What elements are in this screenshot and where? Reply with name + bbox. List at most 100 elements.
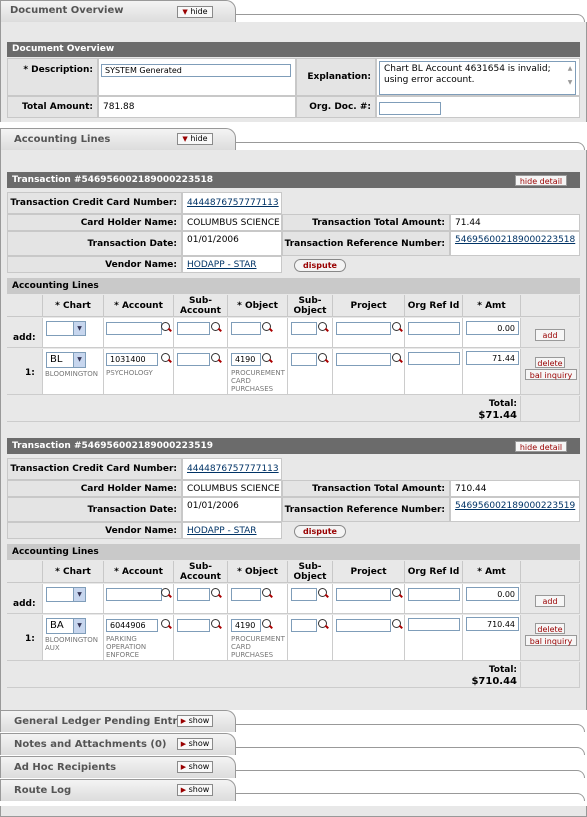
accounting-lines-tab: Accounting Lines ▼ hide: [0, 128, 587, 150]
vendor-link[interactable]: HODAPP - STAR: [187, 260, 257, 270]
add-field-input[interactable]: [291, 588, 317, 601]
delete-line-button[interactable]: delete: [535, 623, 565, 634]
add-org-ref-input[interactable]: [408, 588, 460, 601]
add-field-input[interactable]: [336, 322, 391, 335]
add-amount-input[interactable]: 0.00: [466, 321, 519, 335]
line-sub-object-input[interactable]: [291, 619, 317, 632]
column-header-amt: * Amt: [463, 561, 521, 583]
add-field-input[interactable]: [231, 322, 261, 335]
line-sub-account-input[interactable]: [177, 619, 210, 632]
lookup-icon[interactable]: [262, 588, 271, 597]
lookup-icon[interactable]: [262, 322, 271, 331]
transaction-header: Transaction #546956002189000223519: [7, 438, 580, 454]
column-header-object: * Object: [228, 295, 288, 317]
column-header-sub_account: Sub-Account: [174, 561, 228, 583]
line-project-input[interactable]: [336, 619, 391, 632]
add-field-input[interactable]: [177, 588, 210, 601]
description-input[interactable]: SYSTEM Generated: [101, 64, 291, 77]
lookup-icon[interactable]: [211, 588, 220, 597]
line-sub-account-input[interactable]: [177, 353, 210, 366]
lookup-icon[interactable]: [211, 353, 220, 362]
lookup-icon[interactable]: [262, 353, 271, 362]
show-button[interactable]: ▶ show: [177, 784, 213, 796]
lookup-icon[interactable]: [211, 322, 220, 331]
lookup-icon[interactable]: [392, 619, 401, 628]
line-account-input[interactable]: 1031400: [106, 353, 158, 366]
line-chart-select[interactable]: BL ▼: [46, 352, 86, 368]
add-field-input[interactable]: [106, 588, 162, 601]
triangle-right-icon: ▶: [180, 740, 187, 748]
balance-inquiry-button[interactable]: bal inquiry: [525, 635, 577, 646]
credit-card-link[interactable]: 4444876757777113: [187, 198, 279, 208]
line-object-input[interactable]: 4190: [231, 619, 261, 632]
chart-code: BA: [50, 620, 64, 631]
total-row: Total: $710.44: [7, 662, 521, 688]
lookup-icon[interactable]: [262, 619, 271, 628]
add-line-button[interactable]: add: [535, 595, 565, 607]
hide-detail-button[interactable]: hide detail: [515, 175, 567, 186]
line-account-input[interactable]: 6044906: [106, 619, 158, 632]
lookup-icon[interactable]: [318, 619, 327, 628]
lookup-icon[interactable]: [211, 619, 220, 628]
org-doc-input[interactable]: [379, 102, 441, 115]
column-actions: [521, 561, 580, 583]
tab-label: General Ledger Pending Entries: [14, 716, 194, 727]
explanation-textarea[interactable]: Chart BL Account 4631654 is invalid; usi…: [379, 61, 576, 95]
add-chart-select[interactable]: ▼: [46, 321, 86, 336]
balance-inquiry-button[interactable]: bal inquiry: [525, 369, 577, 380]
add-field-input[interactable]: [106, 322, 162, 335]
credit-card-value: 4444876757777113: [182, 458, 282, 480]
add-chart-select[interactable]: ▼: [46, 587, 86, 602]
lookup-icon[interactable]: [161, 353, 170, 362]
line-amount-input[interactable]: 710.44: [466, 617, 519, 631]
lookup-icon[interactable]: [318, 322, 327, 331]
reference-link[interactable]: 546956002189000223518: [455, 235, 575, 245]
textarea-scrollbar[interactable]: ▲ ▼: [565, 62, 575, 94]
column-header-project: Project: [333, 295, 405, 317]
line-amount-input[interactable]: 71.44: [466, 351, 519, 365]
show-button[interactable]: ▶ show: [177, 761, 213, 773]
bottom-tab: Ad Hoc Recipients ▶ show: [0, 756, 587, 778]
line-sub-object-input[interactable]: [291, 353, 317, 366]
vendor-link[interactable]: HODAPP - STAR: [187, 526, 257, 536]
chevron-down-icon: ▼: [73, 588, 85, 601]
toggle-label: show: [188, 762, 210, 771]
lookup-icon[interactable]: [392, 353, 401, 362]
reference-link[interactable]: 546956002189000223519: [455, 501, 575, 511]
line-chart-select[interactable]: BA ▼: [46, 618, 86, 634]
add-line-button[interactable]: add: [535, 329, 565, 341]
line-org-ref-input[interactable]: [408, 618, 460, 631]
add-field-input[interactable]: [177, 322, 210, 335]
line-org-ref-input[interactable]: [408, 352, 460, 365]
lookup-icon[interactable]: [318, 353, 327, 362]
reference-number-value: 546956002189000223519: [450, 497, 580, 522]
add-amount-input[interactable]: 0.00: [466, 587, 519, 601]
credit-card-link[interactable]: 4444876757777113: [187, 464, 279, 474]
total-amount-value: 781.88: [98, 96, 296, 118]
show-button[interactable]: ▶ show: [177, 738, 213, 750]
accounting-lines-hide-button[interactable]: ▼ hide: [177, 133, 213, 145]
account-description: PSYCHOLOGY: [106, 369, 153, 377]
lookup-icon[interactable]: [318, 588, 327, 597]
transaction-header: Transaction #546956002189000223518: [7, 172, 580, 188]
dispute-button[interactable]: dispute: [294, 525, 346, 538]
card-holder-value: COLUMBUS SCIENCE: [182, 480, 282, 497]
lookup-icon[interactable]: [161, 322, 170, 331]
add-field-input[interactable]: [291, 322, 317, 335]
lookup-icon[interactable]: [392, 322, 401, 331]
column-header-chart: * Chart: [43, 561, 104, 583]
show-button[interactable]: ▶ show: [177, 715, 213, 727]
lookup-icon[interactable]: [161, 588, 170, 597]
hide-detail-button[interactable]: hide detail: [515, 441, 567, 452]
add-org-ref-input[interactable]: [408, 322, 460, 335]
line-project-input[interactable]: [336, 353, 391, 366]
line-object-input[interactable]: 4190: [231, 353, 261, 366]
delete-line-button[interactable]: delete: [535, 357, 565, 368]
lookup-icon[interactable]: [161, 619, 170, 628]
add-field-input[interactable]: [336, 588, 391, 601]
doc-overview-hide-button[interactable]: ▼ hide: [177, 6, 213, 18]
reference-number-label: Transaction Reference Number:: [282, 497, 450, 522]
add-field-input[interactable]: [231, 588, 261, 601]
dispute-button[interactable]: dispute: [294, 259, 346, 272]
lookup-icon[interactable]: [392, 588, 401, 597]
